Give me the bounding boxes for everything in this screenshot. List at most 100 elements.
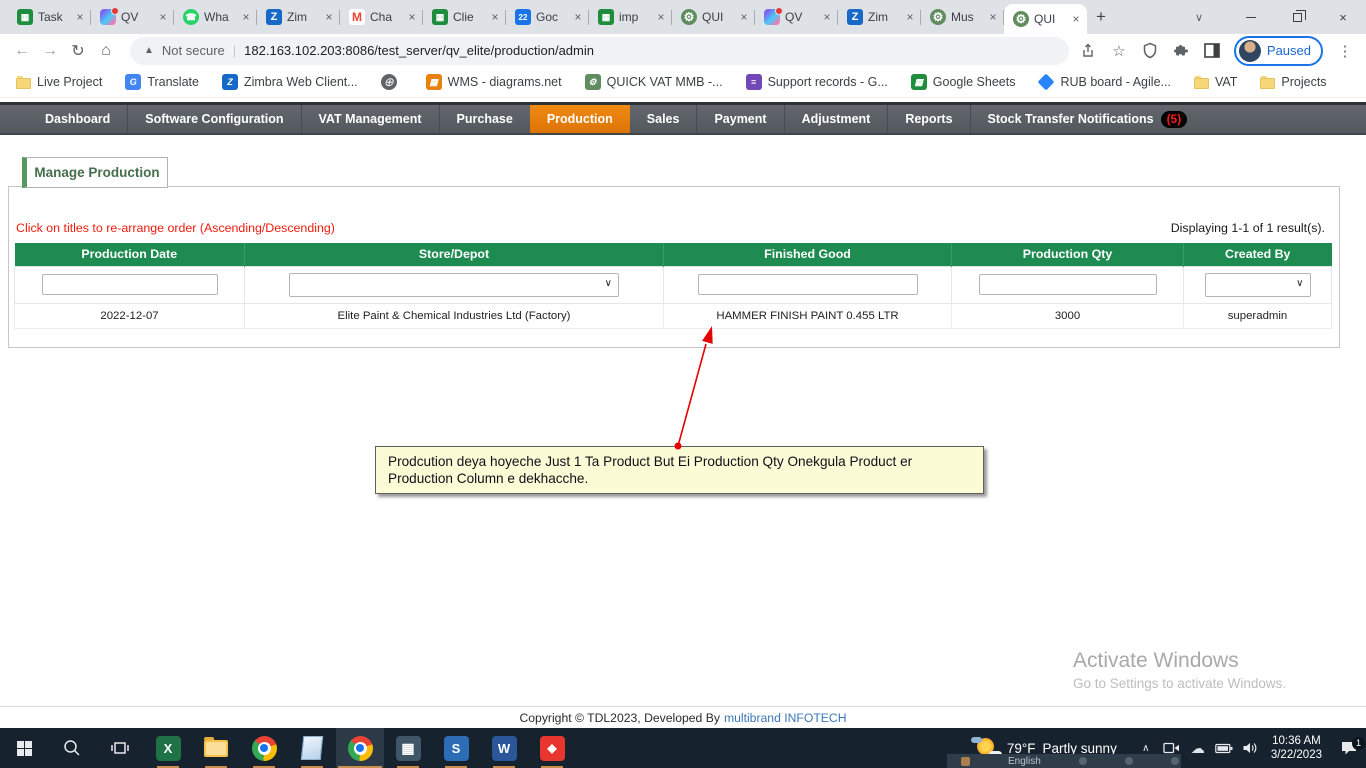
browser-tab-google[interactable]: 22 Goc × [506, 0, 589, 34]
not-secure-label[interactable]: Not secure [162, 43, 225, 58]
nav-item-vat-management[interactable]: VAT Management [300, 105, 439, 133]
excel-taskbar-icon[interactable]: X [144, 728, 192, 768]
column-header-store-depot[interactable]: Store/Depot [244, 243, 664, 266]
minimize-button[interactable] [1228, 0, 1274, 34]
battery-icon[interactable] [1211, 743, 1237, 754]
bookmark-globe[interactable]: ⊕ [380, 74, 403, 90]
notification-center-icon[interactable]: 1 [1332, 737, 1366, 756]
browser-tab-imp[interactable]: ▦ imp × [589, 0, 672, 34]
tab-search-chevron-icon[interactable]: ∨ [1184, 11, 1214, 24]
bookmark-star-icon[interactable]: ☆ [1110, 42, 1128, 60]
taskbar-clock[interactable]: 10:36 AM 3/22/2023 [1271, 734, 1322, 762]
tab-close-icon[interactable]: × [820, 10, 834, 24]
bookmark-vat-folder[interactable]: VAT [1193, 75, 1237, 89]
browser-tab-mus[interactable]: ⚙ Mus × [921, 0, 1004, 34]
tab-close-icon[interactable]: × [986, 10, 1000, 24]
bookmark-quick-vat[interactable]: ⚙ QUICK VAT MMB -... [584, 74, 723, 90]
created-by-filter-select[interactable] [1204, 272, 1311, 297]
profile-chip[interactable]: Paused [1233, 35, 1323, 66]
bookmark-wms-diagrams[interactable]: ▦ WMS - diagrams.net [425, 74, 562, 90]
nav-item-purchase[interactable]: Purchase [438, 105, 530, 133]
back-button[interactable]: ← [8, 42, 36, 60]
calculator-taskbar-icon[interactable]: ▦ [384, 728, 432, 768]
new-tab-button[interactable]: + [1087, 3, 1115, 31]
browser-tab-whatsapp[interactable]: ☎ Wha × [174, 0, 257, 34]
meet-now-icon[interactable] [1159, 741, 1185, 755]
nav-item-payment[interactable]: Payment [696, 105, 783, 133]
nav-item-stock-transfer-notifications[interactable]: Stock Transfer Notifications (5) [969, 105, 1205, 133]
url-text[interactable]: 182.163.102.203:8086/test_server/qv_elit… [244, 43, 594, 58]
nav-item-adjustment[interactable]: Adjustment [783, 105, 888, 133]
tab-close-icon[interactable]: × [405, 10, 419, 24]
close-window-button[interactable]: × [1320, 0, 1366, 34]
nav-item-dashboard[interactable]: Dashboard [28, 105, 127, 133]
url-bar[interactable]: ▲ Not secure | 182.163.102.203:8086/test… [130, 36, 1069, 65]
start-button[interactable] [0, 728, 48, 768]
footer-link[interactable]: multibrand INFOTECH [724, 711, 847, 725]
browser-tab-task[interactable]: ▦ Task × [8, 0, 91, 34]
production-date-filter-input[interactable] [41, 274, 218, 295]
tab-close-icon[interactable]: × [737, 10, 751, 24]
home-button[interactable]: ⌂ [92, 42, 120, 60]
s-app-icon: S [443, 735, 469, 761]
bookmark-translate[interactable]: G Translate [125, 74, 199, 90]
browser-menu-kebab-icon[interactable]: ⋮ [1336, 42, 1354, 60]
word-taskbar-icon[interactable]: W [480, 728, 528, 768]
bookmark-zimbra[interactable]: Z Zimbra Web Client... [221, 74, 358, 90]
tab-close-icon[interactable]: × [654, 10, 668, 24]
task-view-button[interactable] [96, 728, 144, 768]
tab-close-icon[interactable]: × [571, 10, 585, 24]
shield-extension-icon[interactable] [1141, 42, 1159, 60]
volume-icon[interactable] [1237, 741, 1263, 755]
tab-close-icon[interactable]: × [156, 10, 170, 24]
store-depot-filter-select[interactable] [289, 272, 619, 297]
tab-close-icon[interactable]: × [903, 10, 917, 24]
nav-item-reports[interactable]: Reports [887, 105, 969, 133]
chrome-taskbar-icon[interactable] [240, 728, 288, 768]
tab-close-icon[interactable]: × [1069, 12, 1083, 26]
bookmark-projects-folder[interactable]: Projects [1260, 75, 1327, 89]
nav-item-production[interactable]: Production [529, 105, 630, 133]
s-app-taskbar-icon[interactable]: S [432, 728, 480, 768]
finished-good-filter-input[interactable] [697, 274, 918, 295]
bookmark-rub-board[interactable]: RUB board - Agile... [1037, 73, 1171, 91]
extensions-puzzle-icon[interactable] [1172, 42, 1190, 60]
column-header-finished-good[interactable]: Finished Good [663, 243, 952, 266]
onedrive-cloud-icon[interactable]: ☁ [1185, 740, 1211, 757]
browser-tab-active-qui[interactable]: ⚙ QUI × [1004, 4, 1087, 34]
bookmark-support-records[interactable]: ≡ Support records - G... [745, 74, 888, 90]
browser-tab-zimbra[interactable]: Z Zim × [257, 0, 340, 34]
chrome-active-taskbar-icon[interactable] [336, 728, 384, 768]
tab-close-icon[interactable]: × [73, 10, 87, 24]
side-panel-icon[interactable] [1203, 42, 1221, 60]
file-explorer-taskbar-icon[interactable] [192, 728, 240, 768]
nav-item-software-configuration[interactable]: Software Configuration [127, 105, 300, 133]
bookmark-live-project[interactable]: Live Project [16, 75, 102, 89]
share-icon[interactable] [1079, 42, 1097, 60]
notepad-taskbar-icon[interactable] [288, 728, 336, 768]
browser-tab-zimbra2[interactable]: Z Zim × [838, 0, 921, 34]
browser-tab-qv[interactable]: QV × [91, 0, 174, 34]
tab-close-icon[interactable]: × [488, 10, 502, 24]
nav-item-sales[interactable]: Sales [630, 105, 697, 133]
tray-chevron-icon[interactable]: ∧ [1133, 743, 1159, 754]
zimbra-favicon: Z [266, 9, 282, 25]
table-row[interactable]: 2022-12-07 Elite Paint & Chemical Indust… [14, 302, 1332, 329]
browser-tab-client[interactable]: ▦ Clie × [423, 0, 506, 34]
tab-close-icon[interactable]: × [239, 10, 253, 24]
column-header-created-by[interactable]: Created By [1183, 243, 1332, 266]
taskbar-search-button[interactable] [48, 728, 96, 768]
restore-button[interactable] [1274, 0, 1320, 34]
production-qty-filter-input[interactable] [978, 274, 1157, 295]
bookmark-google-sheets[interactable]: ▦ Google Sheets [910, 74, 1015, 90]
tab-close-icon[interactable]: × [322, 10, 336, 24]
column-header-production-date[interactable]: Production Date [14, 243, 245, 266]
browser-tab-chat[interactable]: M Cha × [340, 0, 423, 34]
browser-tab-qv2[interactable]: QV × [755, 0, 838, 34]
column-header-production-qty[interactable]: Production Qty [951, 243, 1184, 266]
browser-tab-qui1[interactable]: ⚙ QUI × [672, 0, 755, 34]
reload-button[interactable]: ↻ [64, 41, 92, 61]
red-diamond-app-taskbar-icon[interactable]: ◆ [528, 728, 576, 768]
forward-button[interactable]: → [36, 42, 64, 60]
tab-strip: ▦ Task × QV × ☎ Wha × Z Zim × M Cha × ▦ … [0, 0, 1366, 34]
